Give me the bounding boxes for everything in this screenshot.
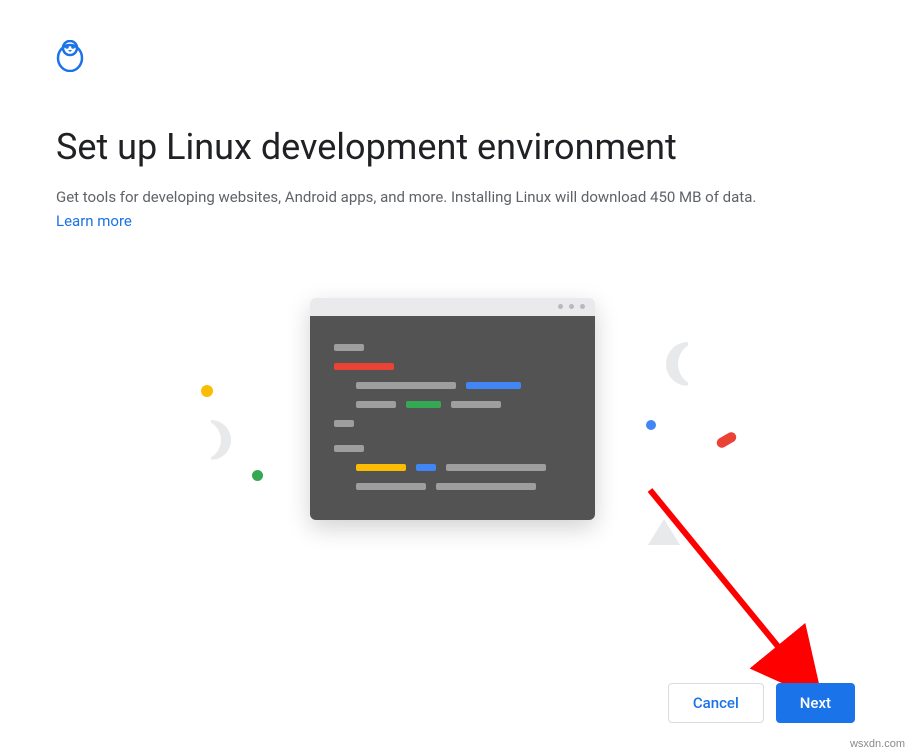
watermark: wsxdn.com bbox=[850, 738, 905, 750]
cancel-button[interactable]: Cancel bbox=[668, 683, 764, 723]
page-subtitle: Get tools for developing websites, Andro… bbox=[56, 186, 855, 209]
penguin-icon bbox=[56, 40, 855, 76]
decoration-moon-left bbox=[191, 420, 231, 460]
footer-actions: Cancel Next bbox=[668, 683, 855, 723]
decoration-pill-red bbox=[715, 430, 738, 449]
learn-more-link[interactable]: Learn more bbox=[56, 212, 132, 230]
terminal-illustration bbox=[310, 298, 595, 520]
illustration bbox=[56, 280, 855, 650]
page-title: Set up Linux development environment bbox=[56, 126, 855, 168]
decoration-dot-yellow bbox=[201, 385, 213, 397]
next-button[interactable]: Next bbox=[776, 683, 855, 723]
decoration-triangle bbox=[648, 519, 680, 545]
decoration-dot-blue bbox=[646, 420, 656, 430]
decoration-moon-right bbox=[666, 342, 710, 386]
terminal-titlebar bbox=[310, 298, 595, 316]
decoration-dot-green bbox=[252, 470, 263, 481]
